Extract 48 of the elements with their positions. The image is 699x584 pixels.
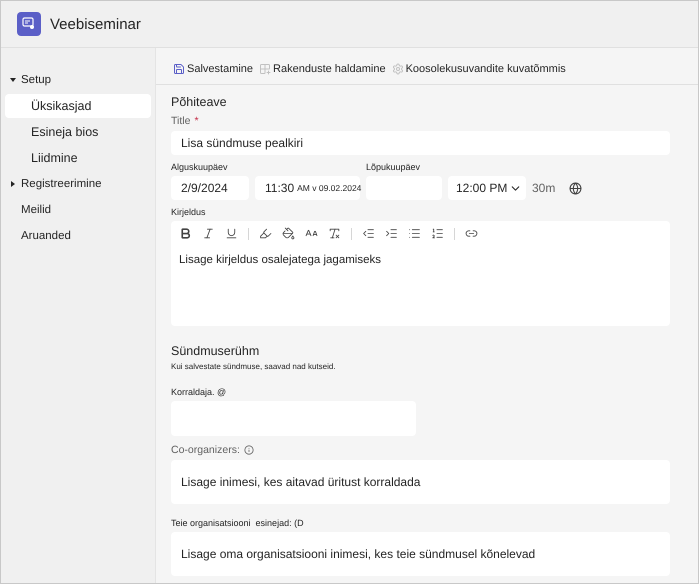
- outdent-icon[interactable]: [362, 227, 375, 240]
- hint-text: Kui salvestate sündmuse, saavad nad kutseid.: [171, 362, 337, 371]
- sidebar-item[interactable]: Üksikasjad: [5, 94, 151, 118]
- duration-text: 30m: [532, 181, 556, 195]
- field-label: Kirjeldus: [171, 207, 207, 217]
- info-icon[interactable]: [244, 445, 254, 455]
- section-title: Sündmuserühm: [171, 344, 260, 358]
- sidebar-item[interactable]: Meilid: [5, 198, 151, 222]
- section-title: Põhiteave: [171, 95, 228, 109]
- field-label: Lõpukuupäev: [366, 162, 422, 172]
- start-date-field[interactable]: 2/9/2024: [171, 176, 249, 200]
- bold-icon[interactable]: [179, 227, 192, 240]
- field-label: Alguskuupäev: [171, 162, 229, 172]
- field-label: Co-organizers:: [171, 444, 240, 456]
- apps-icon: [259, 63, 272, 75]
- sidebar-item[interactable]: Esineja bios: [5, 120, 151, 144]
- clear-format-icon[interactable]: [328, 227, 341, 240]
- field-label: Teie organisatsiooni esinejad: (D: [171, 518, 305, 528]
- italic-icon[interactable]: [202, 227, 215, 240]
- caret-down-icon[interactable]: [9, 76, 17, 84]
- presenters-field[interactable]: Lisage oma organisatsiooni inimesi, kes teie sündmusel kõnelevad: [171, 532, 670, 576]
- sidebar-item[interactable]: Liidmine: [5, 146, 151, 170]
- field-label: Title: [171, 115, 190, 127]
- app-logo-icon: [17, 12, 41, 36]
- sidebar-item[interactable]: Registreerimine: [5, 172, 151, 196]
- start-time-field[interactable]: 11:30 AM v 09.02.2024: [255, 176, 360, 200]
- gear-icon: [392, 63, 404, 75]
- save-icon: [173, 63, 185, 75]
- window-title: Veebiseminar: [50, 16, 141, 32]
- toolbar-button[interactable]: Koosolekusuvandite kuvatõmmis: [392, 63, 566, 75]
- description-placeholder: Lisage kirjeldus osalejatega jagamiseks: [179, 254, 382, 266]
- coorganizers-field[interactable]: Lisage inimesi, kes aitavad üritust korraldada: [171, 460, 670, 504]
- underline-icon[interactable]: [225, 227, 238, 240]
- caret-right-icon[interactable]: [9, 180, 17, 188]
- end-time-dropdown[interactable]: 12:00 PM: [448, 176, 526, 200]
- highlighter-icon[interactable]: [259, 227, 272, 240]
- required-mark: *: [194, 115, 199, 127]
- sidebar-item[interactable]: Setup: [5, 68, 151, 92]
- description-editor[interactable]: Lisage kirjeldus osalejatega jagamiseks: [171, 221, 670, 326]
- toolbar-button[interactable]: Rakenduste haldamine: [259, 63, 386, 75]
- sidebar-item[interactable]: Aruanded: [5, 224, 151, 248]
- paint-bucket-icon[interactable]: [282, 227, 295, 240]
- field-label: Korraldaja. @: [171, 387, 228, 397]
- numbered-list-icon[interactable]: [431, 227, 444, 240]
- globe-icon[interactable]: [569, 182, 582, 194]
- toolbar-button[interactable]: Salvestamine: [173, 63, 254, 75]
- indent-icon[interactable]: [385, 227, 398, 240]
- title-input-field[interactable]: Lisa sündmuse pealkiri: [171, 131, 670, 155]
